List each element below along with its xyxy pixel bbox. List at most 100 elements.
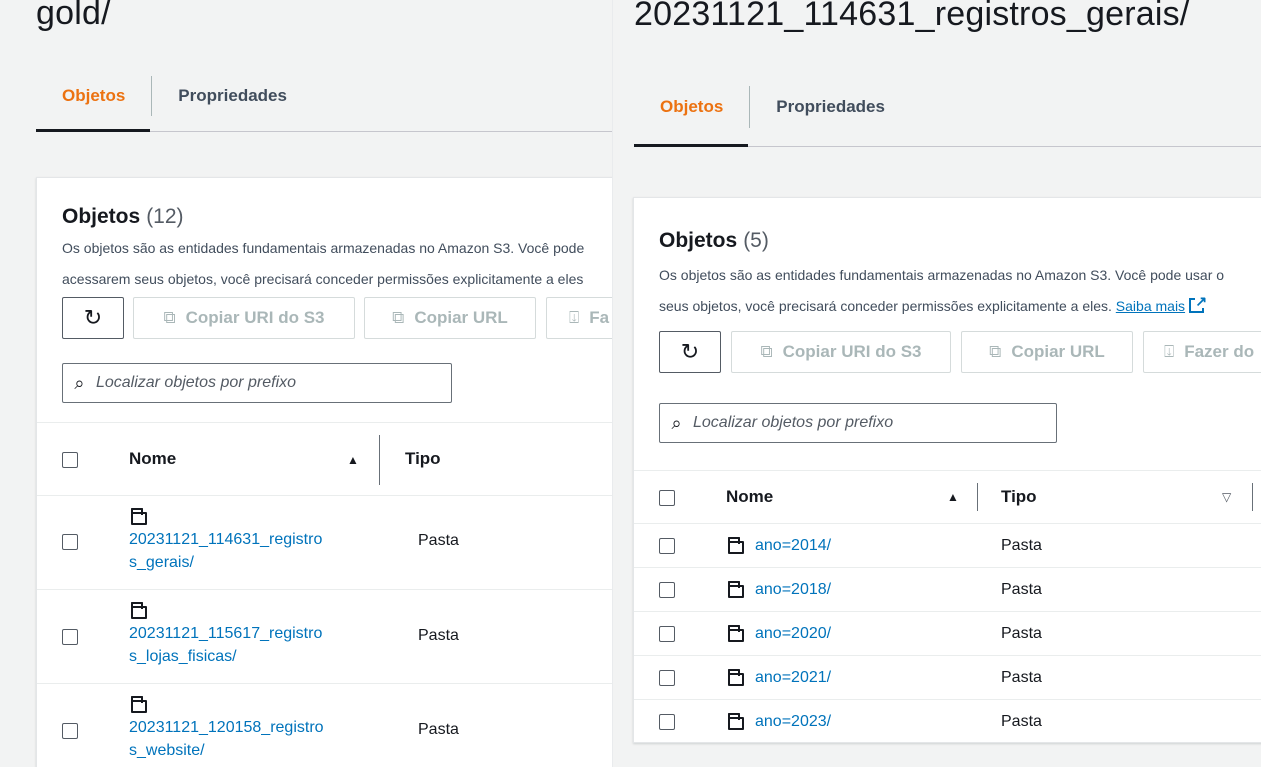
sort-ascending-icon[interactable]: ▲	[947, 490, 959, 504]
tab-objects[interactable]: Objetos	[36, 76, 151, 116]
folder-icon	[727, 712, 744, 730]
description-line-2-text: seus objetos, você precisará conceder pe…	[659, 298, 1112, 314]
folder-link[interactable]: 20231121_115617_registro s_lojas_fisicas…	[129, 600, 322, 668]
folder-icon	[727, 624, 744, 642]
description-line-2: seus objetos, você precisará conceder pe…	[659, 291, 1224, 322]
object-count: (12)	[146, 205, 184, 228]
folder-link[interactable]: ano=2014/	[727, 534, 831, 557]
download-button[interactable]: ⍗ Fazer do	[1143, 331, 1261, 373]
row-checkbox[interactable]	[659, 582, 675, 598]
row-checkbox[interactable]	[659, 714, 675, 730]
column-header-type[interactable]: Tipo	[1001, 487, 1037, 507]
folder-name[interactable]: ano=2021/	[755, 666, 831, 689]
type-cell: Pasta	[418, 721, 459, 738]
description-line-1: Os objetos são as entidades fundamentais…	[659, 267, 1225, 283]
copy-s3-uri-button[interactable]: ⧉ Copiar URI do S3	[731, 331, 951, 373]
tab-objects[interactable]: Objetos	[634, 86, 749, 128]
column-header-type[interactable]: Tipo	[405, 449, 441, 469]
active-tab-indicator	[36, 129, 150, 132]
search-input[interactable]	[95, 374, 451, 392]
refresh-button[interactable]: ↻	[62, 297, 124, 339]
folder-name-line-2[interactable]: s_lojas_fisicas/	[129, 645, 322, 668]
download-button[interactable]: ⍗ Fa	[546, 297, 612, 339]
folder-name[interactable]: ano=2023/	[755, 710, 831, 733]
table-header: Nome ▲ Tipo	[37, 422, 612, 496]
column-header-name[interactable]: Nome	[726, 487, 773, 507]
row-checkbox[interactable]	[659, 626, 675, 642]
card-heading-text: Objetos	[659, 229, 738, 252]
sort-ascending-icon[interactable]: ▲	[347, 453, 359, 467]
folder-icon	[130, 602, 147, 619]
type-cell: Pasta	[1001, 537, 1042, 554]
type-cell: Pasta	[1001, 625, 1042, 642]
folder-link[interactable]: 20231121_120158_registro s_website/	[129, 694, 324, 762]
object-count: (5)	[743, 229, 769, 252]
folder-link[interactable]: ano=2018/	[727, 578, 831, 601]
folder-link[interactable]: ano=2020/	[727, 622, 831, 645]
search-icon: ⌕	[671, 412, 682, 433]
folder-link[interactable]: ano=2021/	[727, 666, 831, 689]
left-panel: gold/ Objetos Propriedades Objetos (12) O…	[0, 0, 612, 767]
active-tab-indicator	[634, 144, 748, 147]
folder-name-line-2[interactable]: s_website/	[129, 739, 324, 762]
learn-more-link[interactable]: Saiba mais	[1116, 298, 1185, 314]
external-link-icon[interactable]	[1189, 294, 1208, 313]
tab-bar: Objetos Propriedades	[36, 76, 313, 116]
column-header-name[interactable]: Nome	[129, 449, 176, 469]
table-header: Nome ▲ Tipo ▽	[634, 470, 1261, 524]
card-heading: Objetos (12)	[62, 205, 184, 229]
column-resizer[interactable]	[1252, 483, 1253, 511]
folder-link[interactable]: 20231121_114631_registro s_gerais/	[129, 506, 322, 574]
select-all-checkbox[interactable]	[62, 452, 78, 468]
copy-s3-uri-button[interactable]: ⧉ Copiar URI do S3	[133, 297, 355, 339]
copy-icon: ⧉	[392, 308, 405, 327]
tab-properties[interactable]: Propriedades	[750, 86, 911, 128]
folder-name-line-1[interactable]: 20231121_114631_registro	[129, 528, 322, 551]
table-row: 20231121_115617_registro s_lojas_fisicas…	[37, 590, 612, 684]
folder-name-line-1[interactable]: 20231121_115617_registro	[129, 622, 322, 645]
refresh-button[interactable]: ↻	[659, 331, 721, 373]
folder-name[interactable]: ano=2014/	[755, 534, 831, 557]
folder-icon	[727, 580, 744, 598]
download-label: Fa	[589, 308, 610, 327]
copy-url-button[interactable]: ⧉ Copiar URL	[364, 297, 536, 339]
column-resizer[interactable]	[977, 483, 978, 511]
download-icon: ⍗	[1164, 342, 1175, 361]
folder-name-line-1[interactable]: 20231121_120158_registro	[129, 716, 324, 739]
folder-name-line-2[interactable]: s_gerais/	[129, 551, 322, 574]
objects-card: Objetos (12) Os objetos são as entidades …	[36, 177, 612, 767]
row-checkbox[interactable]	[659, 670, 675, 686]
folder-icon	[727, 536, 744, 554]
column-resizer[interactable]	[379, 435, 380, 485]
download-icon: ⍗	[569, 308, 580, 327]
copy-url-button[interactable]: ⧉ Copiar URL	[961, 331, 1133, 373]
table-row: ano=2021/ Pasta	[634, 656, 1261, 700]
search-input[interactable]	[693, 414, 1056, 432]
table-row: ano=2023/ Pasta	[634, 700, 1261, 742]
download-label: Fazer do	[1184, 342, 1255, 361]
row-checkbox[interactable]	[659, 538, 675, 554]
tab-bar: Objetos Propriedades	[634, 86, 911, 128]
folder-name[interactable]: ano=2018/	[755, 578, 831, 601]
right-panel: 20231121_114631_registros_gerais/ Objeto…	[612, 0, 1261, 767]
row-checkbox[interactable]	[62, 534, 78, 550]
table-row: ano=2014/ Pasta	[634, 524, 1261, 568]
copy-s3-uri-label: Copiar URI do S3	[782, 342, 922, 361]
card-heading-text: Objetos	[62, 205, 141, 228]
folder-icon	[130, 696, 147, 713]
sort-descending-icon[interactable]: ▽	[1222, 490, 1231, 504]
table-row: ano=2018/ Pasta	[634, 568, 1261, 612]
card-heading: Objetos (5)	[659, 229, 769, 253]
folder-link[interactable]: ano=2023/	[727, 710, 831, 733]
copy-url-label: Copiar URL	[414, 308, 508, 327]
type-cell: Pasta	[1001, 713, 1042, 730]
refresh-icon: ↻	[83, 305, 103, 330]
search-box[interactable]: ⌕	[659, 403, 1057, 443]
row-checkbox[interactable]	[62, 723, 78, 739]
description-line-2: acessarem seus objetos, você precisará c…	[62, 271, 584, 287]
tab-properties[interactable]: Propriedades	[152, 76, 313, 116]
search-box[interactable]: ⌕	[62, 363, 452, 403]
folder-name[interactable]: ano=2020/	[755, 622, 831, 645]
row-checkbox[interactable]	[62, 629, 78, 645]
select-all-checkbox[interactable]	[659, 490, 675, 506]
